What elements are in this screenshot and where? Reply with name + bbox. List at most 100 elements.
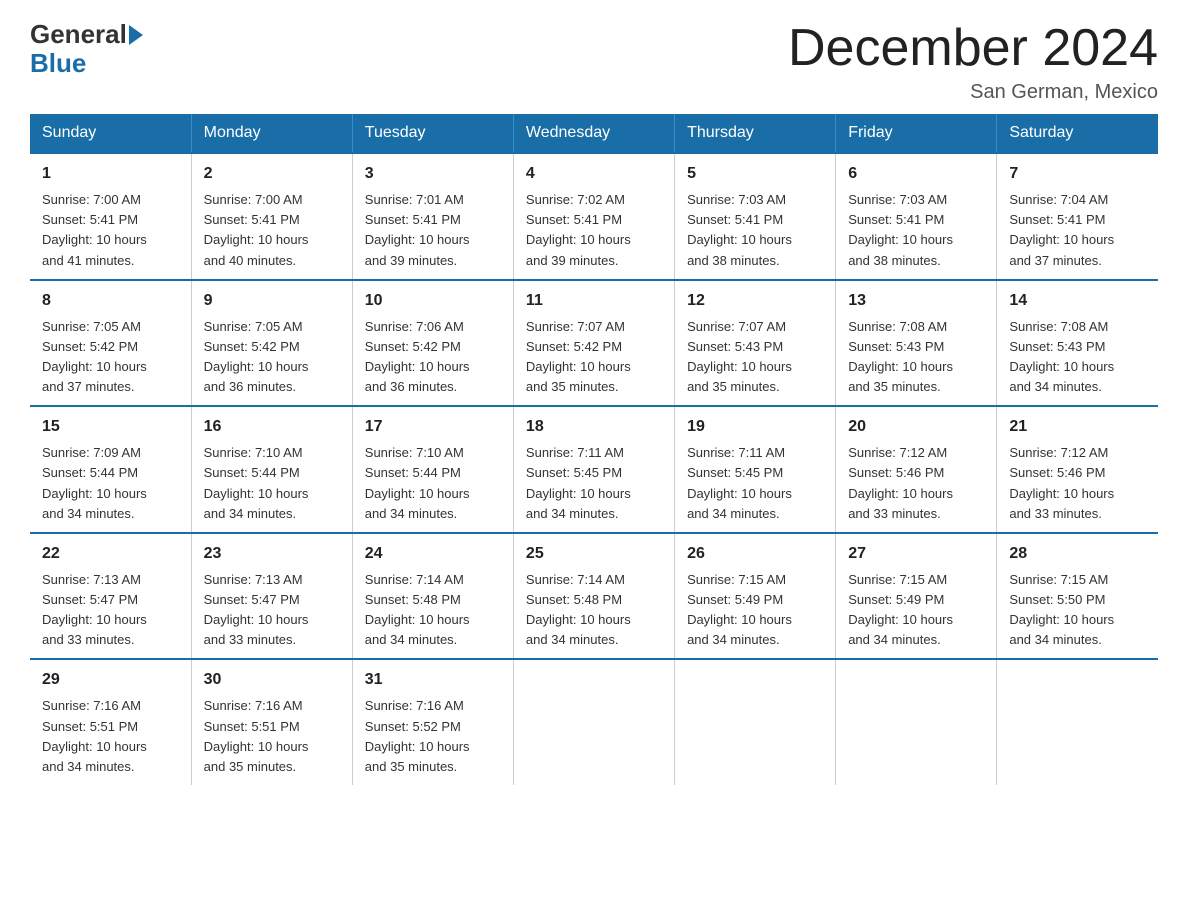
day-info: Sunrise: 7:08 AMSunset: 5:43 PMDaylight:… [848,317,984,398]
day-info: Sunrise: 7:13 AMSunset: 5:47 PMDaylight:… [42,570,179,651]
calendar-cell: 10Sunrise: 7:06 AMSunset: 5:42 PMDayligh… [352,280,513,407]
day-number: 7 [1009,162,1146,186]
day-header-wednesday: Wednesday [513,114,674,153]
day-info: Sunrise: 7:15 AMSunset: 5:50 PMDaylight:… [1009,570,1146,651]
day-info: Sunrise: 7:04 AMSunset: 5:41 PMDaylight:… [1009,190,1146,271]
day-info: Sunrise: 7:16 AMSunset: 5:51 PMDaylight:… [204,696,340,777]
day-number: 2 [204,162,340,186]
day-number: 9 [204,289,340,313]
calendar-cell: 19Sunrise: 7:11 AMSunset: 5:45 PMDayligh… [675,406,836,533]
calendar-week-row: 8 Sunrise: 7:05 AMSunset: 5:42 PMDaylight… [30,280,1158,407]
calendar-cell [836,659,997,785]
calendar-week-row: 1 Sunrise: 7:00 AMSunset: 5:41 PMDaylight… [30,153,1158,280]
day-number: 21 [1009,415,1146,439]
logo-arrow-icon [129,25,143,45]
day-number: 25 [526,542,662,566]
day-number: 20 [848,415,984,439]
day-number: 16 [204,415,340,439]
day-number: 1 [42,162,179,186]
calendar-cell: 12 Sunrise: 7:07 AMSunset: 5:43 PMDayligh… [675,280,836,407]
calendar-cell: 28 Sunrise: 7:15 AMSunset: 5:50 PMDayligh… [997,533,1158,660]
day-info: Sunrise: 7:09 AMSunset: 5:44 PMDaylight:… [42,443,179,524]
title-section: December 2024 San German, Mexico [788,20,1158,104]
day-number: 12 [687,289,823,313]
day-info: Sunrise: 7:14 AMSunset: 5:48 PMDaylight:… [365,570,501,651]
calendar-cell: 21 Sunrise: 7:12 AMSunset: 5:46 PMDayligh… [997,406,1158,533]
day-info: Sunrise: 7:12 AMSunset: 5:46 PMDaylight:… [1009,443,1146,524]
day-info: Sunrise: 7:02 AMSunset: 5:41 PMDaylight:… [526,190,662,271]
day-info: Sunrise: 7:07 AMSunset: 5:43 PMDaylight:… [687,317,823,398]
calendar-cell: 14 Sunrise: 7:08 AMSunset: 5:43 PMDayligh… [997,280,1158,407]
day-info: Sunrise: 7:03 AMSunset: 5:41 PMDaylight:… [848,190,984,271]
day-number: 8 [42,289,179,313]
day-header-friday: Friday [836,114,997,153]
logo-general-text: General [30,20,127,49]
day-number: 4 [526,162,662,186]
day-header-thursday: Thursday [675,114,836,153]
day-info: Sunrise: 7:01 AMSunset: 5:41 PMDaylight:… [365,190,501,271]
day-info: Sunrise: 7:15 AMSunset: 5:49 PMDaylight:… [848,570,984,651]
calendar-cell: 31 Sunrise: 7:16 AMSunset: 5:52 PMDayligh… [352,659,513,785]
calendar-cell [513,659,674,785]
calendar-cell: 9 Sunrise: 7:05 AMSunset: 5:42 PMDaylight… [191,280,352,407]
day-number: 30 [204,668,340,692]
calendar-cell: 1 Sunrise: 7:00 AMSunset: 5:41 PMDaylight… [30,153,191,280]
calendar-cell: 16Sunrise: 7:10 AMSunset: 5:44 PMDayligh… [191,406,352,533]
calendar-cell: 26 Sunrise: 7:15 AMSunset: 5:49 PMDayligh… [675,533,836,660]
calendar-cell: 11Sunrise: 7:07 AMSunset: 5:42 PMDayligh… [513,280,674,407]
calendar-cell: 29 Sunrise: 7:16 AMSunset: 5:51 PMDayligh… [30,659,191,785]
calendar-cell: 8 Sunrise: 7:05 AMSunset: 5:42 PMDaylight… [30,280,191,407]
calendar-cell: 2 Sunrise: 7:00 AMSunset: 5:41 PMDaylight… [191,153,352,280]
calendar-cell [997,659,1158,785]
calendar-week-row: 15 Sunrise: 7:09 AMSunset: 5:44 PMDayligh… [30,406,1158,533]
day-number: 14 [1009,289,1146,313]
day-info: Sunrise: 7:05 AMSunset: 5:42 PMDaylight:… [42,317,179,398]
calendar-cell: 27 Sunrise: 7:15 AMSunset: 5:49 PMDayligh… [836,533,997,660]
day-info: Sunrise: 7:16 AMSunset: 5:51 PMDaylight:… [42,696,179,777]
location-text: San German, Mexico [788,81,1158,104]
calendar-cell: 18Sunrise: 7:11 AMSunset: 5:45 PMDayligh… [513,406,674,533]
day-info: Sunrise: 7:10 AMSunset: 5:44 PMDaylight:… [365,443,501,524]
calendar-cell: 30 Sunrise: 7:16 AMSunset: 5:51 PMDayligh… [191,659,352,785]
logo: General Blue [30,20,143,77]
day-number: 31 [365,668,501,692]
day-info: Sunrise: 7:00 AMSunset: 5:41 PMDaylight:… [42,190,179,271]
day-number: 29 [42,668,179,692]
day-header-monday: Monday [191,114,352,153]
day-info: Sunrise: 7:07 AMSunset: 5:42 PMDaylight:… [526,317,662,398]
day-info: Sunrise: 7:00 AMSunset: 5:41 PMDaylight:… [204,190,340,271]
month-title: December 2024 [788,20,1158,77]
day-info: Sunrise: 7:15 AMSunset: 5:49 PMDaylight:… [687,570,823,651]
calendar-cell: 6 Sunrise: 7:03 AMSunset: 5:41 PMDaylight… [836,153,997,280]
calendar-cell: 23 Sunrise: 7:13 AMSunset: 5:47 PMDayligh… [191,533,352,660]
page-header: General Blue December 2024 San German, M… [30,20,1158,104]
calendar-cell: 17 Sunrise: 7:10 AMSunset: 5:44 PMDayligh… [352,406,513,533]
day-number: 3 [365,162,501,186]
day-number: 15 [42,415,179,439]
day-info: Sunrise: 7:14 AMSunset: 5:48 PMDaylight:… [526,570,662,651]
day-info: Sunrise: 7:05 AMSunset: 5:42 PMDaylight:… [204,317,340,398]
day-number: 27 [848,542,984,566]
day-number: 13 [848,289,984,313]
logo-blue-text: Blue [30,49,86,78]
calendar-cell: 20Sunrise: 7:12 AMSunset: 5:46 PMDayligh… [836,406,997,533]
day-header-sunday: Sunday [30,114,191,153]
calendar-week-row: 29 Sunrise: 7:16 AMSunset: 5:51 PMDayligh… [30,659,1158,785]
calendar-cell: 24Sunrise: 7:14 AMSunset: 5:48 PMDayligh… [352,533,513,660]
calendar-cell: 13 Sunrise: 7:08 AMSunset: 5:43 PMDayligh… [836,280,997,407]
day-number: 6 [848,162,984,186]
day-info: Sunrise: 7:16 AMSunset: 5:52 PMDaylight:… [365,696,501,777]
calendar-cell [675,659,836,785]
day-info: Sunrise: 7:08 AMSunset: 5:43 PMDaylight:… [1009,317,1146,398]
day-number: 5 [687,162,823,186]
calendar-header-row: SundayMondayTuesdayWednesdayThursdayFrid… [30,114,1158,153]
day-header-tuesday: Tuesday [352,114,513,153]
day-number: 28 [1009,542,1146,566]
day-number: 26 [687,542,823,566]
day-number: 18 [526,415,662,439]
day-info: Sunrise: 7:13 AMSunset: 5:47 PMDaylight:… [204,570,340,651]
day-info: Sunrise: 7:11 AMSunset: 5:45 PMDaylight:… [687,443,823,524]
day-number: 17 [365,415,501,439]
day-number: 23 [204,542,340,566]
calendar-table: SundayMondayTuesdayWednesdayThursdayFrid… [30,114,1158,785]
